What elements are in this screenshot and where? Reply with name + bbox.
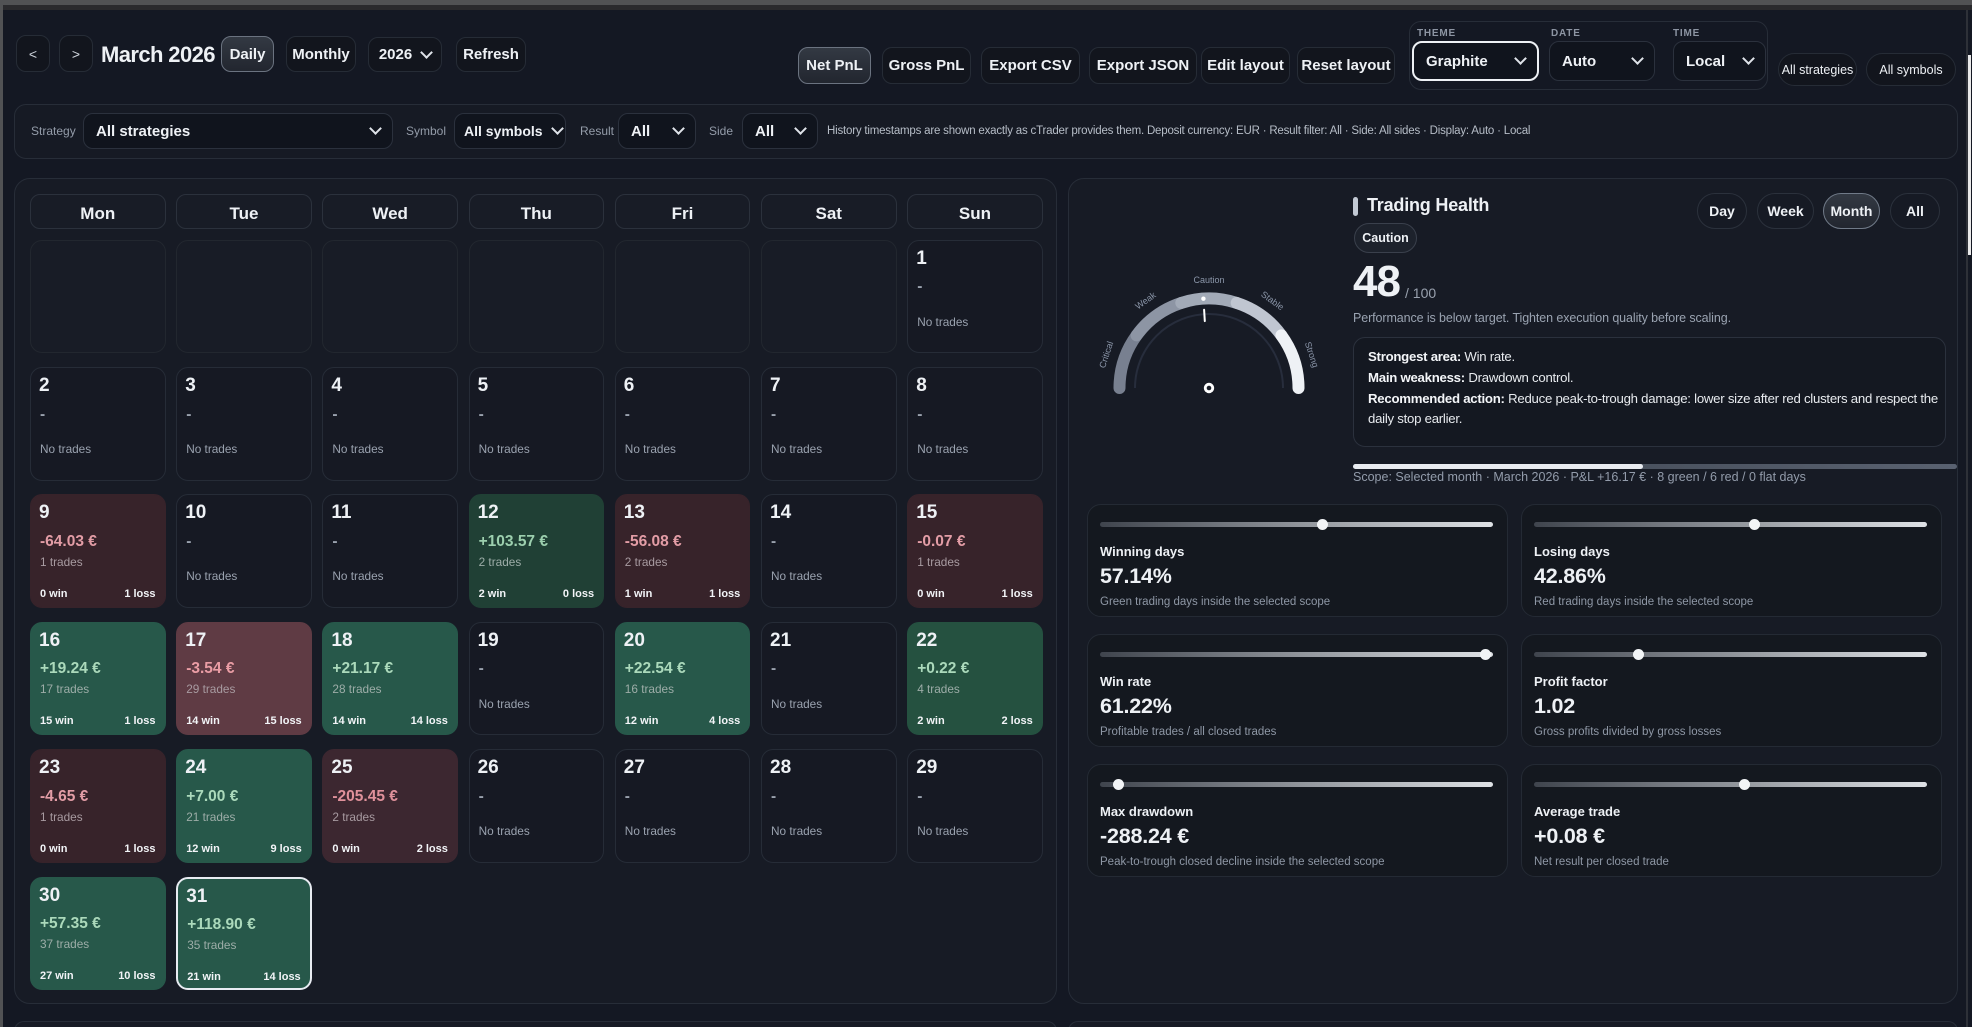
svg-text:Strong: Strong xyxy=(1303,341,1321,369)
svg-text:Stable: Stable xyxy=(1259,289,1286,312)
svg-text:Caution: Caution xyxy=(1193,275,1224,285)
svg-text:Weak: Weak xyxy=(1133,290,1158,312)
svg-text:Critical: Critical xyxy=(1097,340,1115,369)
